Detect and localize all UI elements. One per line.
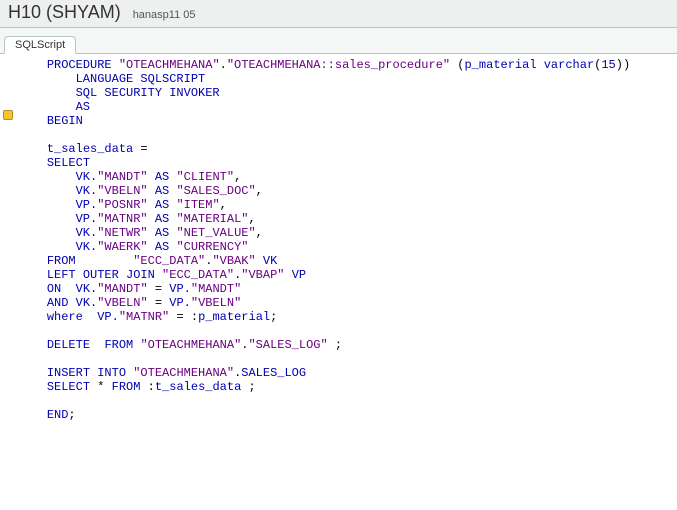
connection-subtitle: hanasp11 05 [133, 9, 196, 21]
code-editor[interactable]: PROCEDURE "OTEACHMEHANA"."OTEACHMEHANA::… [0, 54, 677, 508]
warning-icon [3, 110, 13, 120]
code-content[interactable]: PROCEDURE "OTEACHMEHANA"."OTEACHMEHANA::… [18, 54, 630, 508]
editor-gutter [0, 54, 18, 508]
connection-title: H10 (SHYAM) [8, 2, 121, 23]
editor-tabs: SQLScript [0, 34, 677, 54]
tab-label: SQLScript [15, 39, 65, 51]
tab-sqlscript[interactable]: SQLScript [4, 36, 76, 54]
title-bar: H10 (SHYAM) hanasp11 05 [0, 0, 677, 28]
